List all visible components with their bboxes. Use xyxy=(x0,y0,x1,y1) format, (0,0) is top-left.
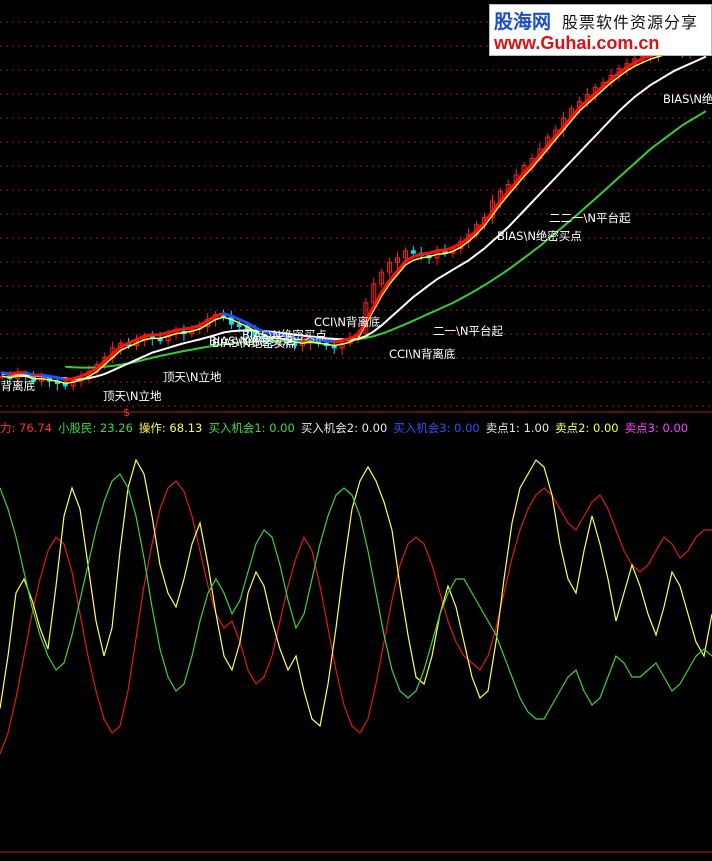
indicator-values-bar: 力: 76.74 小股民: 23.26 操作: 68.13 买入机会1: 0.00 买入… xyxy=(0,420,694,436)
indicator-item: 买入机会2: 0.00 xyxy=(300,421,388,435)
watermark-slogan: 股票软件资源分享 xyxy=(562,13,699,32)
indicator-item: 卖点2: 0.00 xyxy=(555,421,619,435)
watermark-url: www.Guhai.com.cn xyxy=(494,33,660,53)
indicator-item: 卖点1: 1.00 xyxy=(485,421,550,435)
signal-annotation: BIAS\N绝 xyxy=(663,92,712,106)
indicator-item: 卖点3: 0.00 xyxy=(624,421,689,435)
oscillator-panel xyxy=(0,458,712,755)
osc-line-red xyxy=(0,480,712,755)
watermark-brand: 股海网 xyxy=(494,11,552,33)
annotation-layer: N背离底顶天\N立地顶天\N立地BIAS\N绝密买点BIAS\N绝密买点BIAS… xyxy=(0,92,712,419)
signal-annotation: CCI\N背离底 xyxy=(314,315,381,329)
signal-annotation: CCI\N背离底 xyxy=(389,347,456,361)
guhai-watermark: 股海网 股票软件资源分享 www.Guhai.com.cn xyxy=(489,4,712,56)
indicator-item: 买入机会1: 0.00 xyxy=(208,421,295,435)
indicator-item: 小股民: 23.26 xyxy=(57,421,133,435)
stock-chart-window: N背离底顶天\N立地顶天\N立地BIAS\N绝密买点BIAS\N绝密买点BIAS… xyxy=(0,0,712,857)
osc-line-yellow xyxy=(0,458,712,728)
signal-annotation: 顶天\N立地 xyxy=(163,370,222,384)
osc-line-green xyxy=(0,473,712,720)
candle-body xyxy=(410,250,416,254)
signal-annotation: $ xyxy=(123,406,130,419)
grid-lines xyxy=(0,21,712,853)
series-line-ma_long xyxy=(65,110,707,369)
indicator-item: 买入机会3: 0.00 xyxy=(393,421,480,435)
indicator-item: 力: 76.74 xyxy=(0,421,52,435)
signal-annotation: 二一\N平台起 xyxy=(433,324,503,338)
signal-annotation: N背离底 xyxy=(0,379,36,393)
signal-annotation: BIAS\N绝密买点 xyxy=(497,229,582,243)
candle-body xyxy=(236,323,242,328)
signal-annotation: 二二一\N平台起 xyxy=(549,211,631,225)
signal-annotation: BIAS\N绝密买点 xyxy=(242,328,327,342)
indicator-item: 操作: 68.13 xyxy=(138,421,203,435)
signal-annotation: 顶天\N立地 xyxy=(103,389,162,403)
